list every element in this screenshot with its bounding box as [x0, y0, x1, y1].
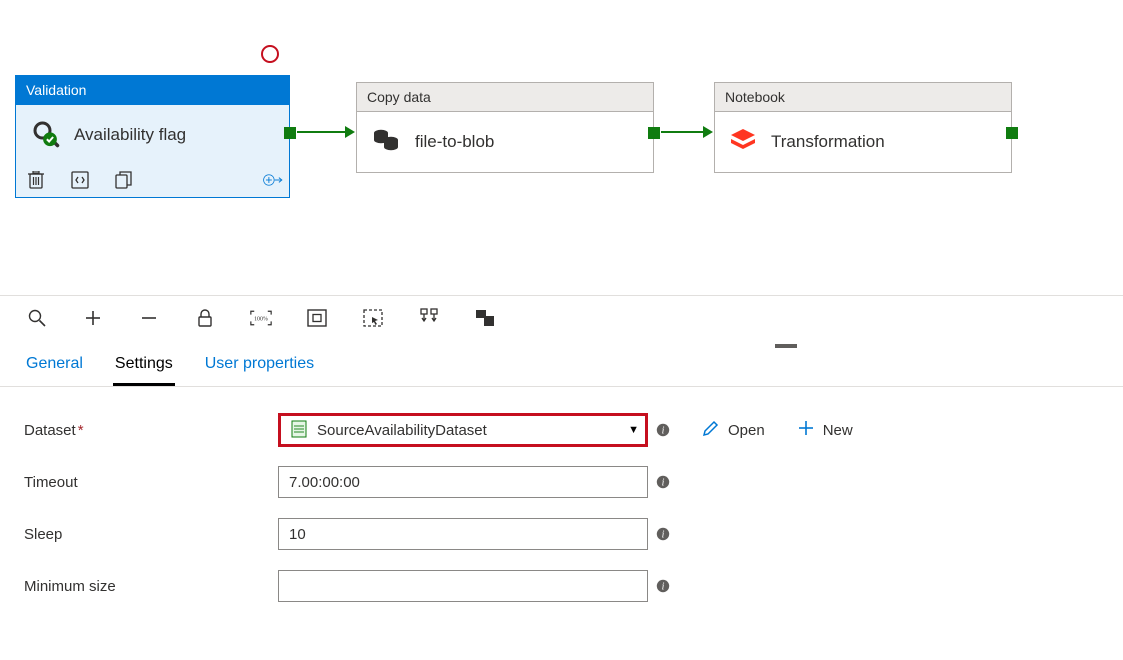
timeout-input[interactable]: [278, 466, 648, 498]
pipeline-canvas[interactable]: Validation Availability flag: [0, 0, 1123, 295]
select-mode-icon[interactable]: [362, 307, 384, 329]
activity-notebook-header: Notebook: [715, 83, 1011, 112]
properties-tabs: General Settings User properties: [0, 341, 1123, 387]
tab-settings[interactable]: Settings: [113, 351, 175, 386]
activity-notebook[interactable]: Notebook Transformation: [714, 82, 1012, 173]
minsize-label: Minimum size: [24, 578, 278, 595]
copy-success-connector[interactable]: [648, 127, 660, 139]
svg-text:i: i: [662, 478, 665, 489]
dataset-label: Dataset*: [24, 422, 278, 439]
clone-activity-button[interactable]: [114, 169, 134, 191]
arrow-head-1: [345, 126, 355, 138]
svg-text:i: i: [662, 530, 665, 541]
activity-copy-header: Copy data: [357, 83, 653, 112]
delete-activity-button[interactable]: [26, 169, 46, 191]
activity-validation-name: Availability flag: [74, 125, 186, 145]
activity-copy-name: file-to-blob: [415, 132, 494, 152]
dataset-type-icon: [291, 420, 307, 441]
plus-icon: [797, 419, 815, 441]
auto-align-icon[interactable]: [418, 307, 440, 329]
zoom-search-icon[interactable]: [26, 307, 48, 329]
validation-icon: [30, 118, 60, 153]
databricks-icon: [729, 127, 757, 158]
minsize-info-icon[interactable]: i: [656, 579, 670, 593]
zoom-out-icon[interactable]: [138, 307, 160, 329]
svg-text:i: i: [662, 582, 665, 593]
zoom-100-icon[interactable]: 100%: [250, 307, 272, 329]
copy-data-icon: [371, 127, 401, 158]
timeout-info-icon[interactable]: i: [656, 475, 670, 489]
sleep-label: Sleep: [24, 526, 278, 543]
activity-copy-data[interactable]: Copy data file-to-blob: [356, 82, 654, 173]
add-output-button[interactable]: [263, 169, 283, 191]
arrow-head-2: [703, 126, 713, 138]
arrow-validation-to-copy: [297, 131, 345, 133]
svg-text:i: i: [662, 426, 665, 437]
lock-icon[interactable]: [194, 307, 216, 329]
dataset-info-icon[interactable]: i: [656, 423, 670, 437]
arrow-copy-to-notebook: [661, 131, 703, 133]
tab-user-properties[interactable]: User properties: [203, 351, 316, 386]
open-dataset-button[interactable]: Open: [702, 419, 765, 441]
pencil-icon: [702, 419, 720, 441]
dataset-dropdown[interactable]: SourceAvailabilityDataset ▼: [278, 413, 648, 447]
minimap-icon[interactable]: [474, 307, 496, 329]
tab-general[interactable]: General: [24, 351, 85, 386]
canvas-toolbar: 100%: [0, 295, 1123, 341]
svg-text:100%: 100%: [254, 316, 268, 322]
notebook-success-connector[interactable]: [1006, 127, 1018, 139]
new-dataset-button[interactable]: New: [797, 419, 853, 441]
validation-warning-indicator: [261, 45, 279, 63]
sleep-input[interactable]: [278, 518, 648, 550]
zoom-in-icon[interactable]: [82, 307, 104, 329]
panel-resize-handle[interactable]: [775, 344, 797, 348]
zoom-fit-icon[interactable]: [306, 307, 328, 329]
settings-pane: Dataset* SourceAvailabilityDataset ▼ i O…: [0, 387, 1123, 631]
dataset-value: SourceAvailabilityDataset: [317, 422, 628, 439]
activity-validation[interactable]: Validation Availability flag: [15, 75, 290, 198]
view-code-button[interactable]: [70, 169, 90, 191]
minsize-input[interactable]: [278, 570, 648, 602]
activity-notebook-name: Transformation: [771, 132, 885, 152]
chevron-down-icon: ▼: [628, 424, 639, 436]
sleep-info-icon[interactable]: i: [656, 527, 670, 541]
activity-validation-header: Validation: [16, 76, 289, 105]
timeout-label: Timeout: [24, 474, 278, 491]
validation-success-connector[interactable]: [284, 127, 296, 139]
